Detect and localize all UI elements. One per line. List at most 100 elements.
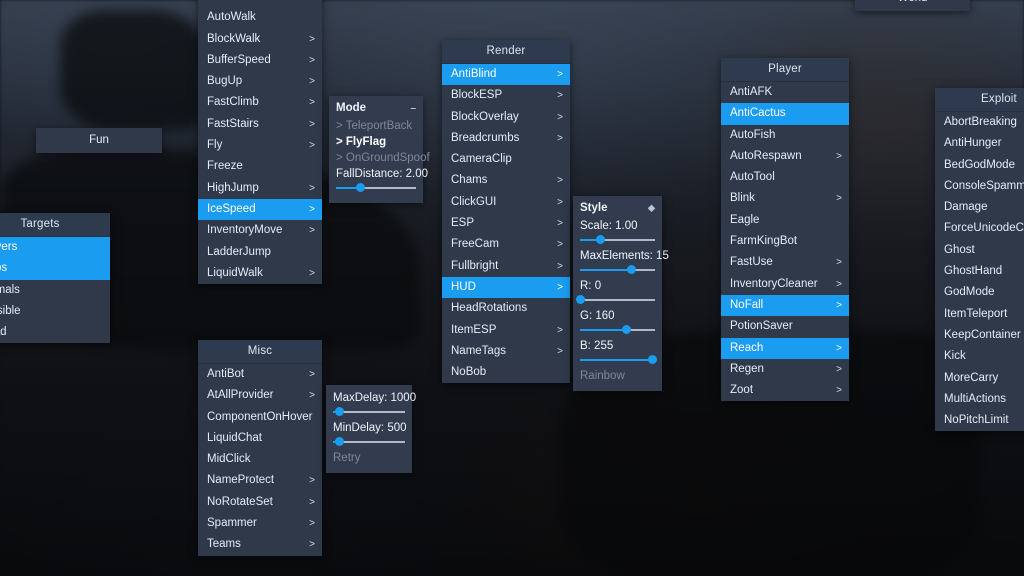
chevron-right-icon[interactable]: >: [557, 213, 563, 234]
slider[interactable]: [576, 295, 655, 305]
menu-item[interactable]: Kick: [935, 346, 1024, 367]
chevron-right-icon[interactable]: >: [309, 220, 315, 241]
menu-item[interactable]: HighJump >: [198, 178, 322, 199]
slider-knob[interactable]: [356, 183, 365, 192]
menu-item[interactable]: NoFall >: [721, 294, 849, 317]
menu-item[interactable]: AutoWalk: [198, 7, 322, 28]
slider[interactable]: [580, 265, 655, 275]
menu-item[interactable]: AntiBlind >: [442, 64, 570, 86]
chevron-right-icon[interactable]: >: [836, 380, 842, 401]
slider-knob[interactable]: [334, 407, 344, 416]
settings-panel-spammer[interactable]: MaxDelay: 1000 MinDelay: 500 Retry: [326, 385, 416, 473]
menu-item[interactable]: Ghost: [935, 240, 1024, 261]
slider-knob[interactable]: [334, 437, 344, 446]
menu-item[interactable]: BlockWalk >: [198, 29, 322, 50]
menu-item[interactable]: Mobs: [0, 258, 110, 280]
menu-item[interactable]: ForceUnicodeChat: [935, 218, 1024, 239]
menu-item[interactable]: AirLadder: [198, 0, 322, 7]
menu-item[interactable]: Invisible: [0, 301, 110, 322]
chevron-right-icon[interactable]: >: [557, 234, 563, 255]
menu-item[interactable]: Reach >: [721, 337, 849, 359]
chevron-right-icon[interactable]: >: [557, 128, 563, 149]
menu-item[interactable]: ItemTeleport: [935, 304, 1024, 325]
chevron-right-icon[interactable]: >: [309, 50, 315, 71]
menu-item[interactable]: MultiActions: [935, 389, 1024, 410]
menu-item[interactable]: GhostHand: [935, 261, 1024, 282]
menu-item[interactable]: Regen >: [721, 359, 849, 380]
chevron-right-icon[interactable]: >: [557, 192, 563, 213]
chevron-right-icon[interactable]: >: [309, 114, 315, 135]
chevron-right-icon[interactable]: >: [836, 252, 842, 273]
slider[interactable]: [580, 355, 657, 365]
menu-item[interactable]: ItemESP >: [442, 320, 570, 341]
menu-item[interactable]: Animals: [0, 280, 110, 301]
chevron-right-icon[interactable]: >: [309, 29, 315, 50]
collapse-icon[interactable]: ⬥: [648, 201, 655, 216]
chevron-right-icon[interactable]: >: [557, 341, 563, 362]
menu-item[interactable]: BufferSpeed >: [198, 50, 322, 71]
menu-item[interactable]: AtAllProvider >: [198, 385, 322, 406]
chevron-right-icon[interactable]: >: [309, 92, 315, 113]
slider-knob[interactable]: [627, 265, 636, 274]
menu-item[interactable]: FastStairs >: [198, 114, 322, 135]
menu-item[interactable]: ComponentOnHover: [198, 407, 322, 428]
menu-item[interactable]: Players: [0, 237, 110, 259]
chevron-right-icon[interactable]: >: [309, 135, 315, 156]
menu-item[interactable]: LiquidChat: [198, 428, 322, 449]
menu-item[interactable]: LadderJump: [198, 242, 322, 263]
menu-item[interactable]: BedGodMode: [935, 155, 1024, 176]
panel-misc[interactable]: Misc AntiBot > AtAllProvider > ComponentOnHo…: [198, 340, 322, 556]
settings-panel-fly-mode[interactable]: Mode – > TeleportBack > FlyFlag > OnGround…: [329, 96, 430, 203]
panel-player[interactable]: Player AntiAFK AntiCactus AutoFish AutoResp…: [721, 58, 849, 402]
menu-item[interactable]: Chams >: [442, 170, 570, 191]
panel-targets[interactable]: Targets Players Mobs Animals Invisible Dead: [0, 213, 110, 344]
chevron-right-icon[interactable]: >: [836, 359, 842, 380]
menu-item[interactable]: Damage: [935, 197, 1024, 218]
menu-item[interactable]: FastUse >: [721, 252, 849, 273]
settings-panel-hud-style[interactable]: Style ⬥ Scale: 1.00 MaxElements: 15 R: 0 G:…: [573, 196, 669, 391]
menu-item[interactable]: AutoRespawn >: [721, 146, 849, 167]
slider-falldistance[interactable]: [336, 183, 416, 193]
menu-item[interactable]: FarmKingBot: [721, 231, 849, 252]
chevron-right-icon[interactable]: >: [836, 188, 842, 209]
menu-item[interactable]: BugUp >: [198, 71, 322, 92]
menu-item[interactable]: BlockOverlay >: [442, 107, 570, 128]
mode-option[interactable]: > TeleportBack: [336, 118, 416, 134]
slider-knob[interactable]: [648, 355, 657, 364]
chevron-right-icon[interactable]: >: [309, 364, 315, 385]
slider-knob[interactable]: [621, 325, 631, 334]
menu-item[interactable]: AutoTool: [721, 167, 849, 188]
chevron-right-icon[interactable]: >: [309, 385, 315, 406]
menu-item[interactable]: ConsoleSpammer: [935, 176, 1024, 197]
slider[interactable]: [333, 407, 405, 417]
menu-item[interactable]: Blink >: [721, 188, 849, 209]
menu-item[interactable]: NoRotateSet >: [198, 492, 322, 513]
chevron-right-icon[interactable]: >: [309, 492, 315, 513]
menu-item[interactable]: PotionSaver: [721, 316, 849, 337]
chevron-right-icon[interactable]: >: [557, 170, 563, 191]
menu-item[interactable]: NameProtect >: [198, 470, 322, 491]
slider[interactable]: [333, 437, 405, 447]
slider-knob[interactable]: [576, 295, 585, 304]
panel-movement[interactable]: AirLadderAutoWalkBlockWalk>BufferSpeed>B…: [198, 0, 322, 285]
menu-item[interactable]: FastClimb >: [198, 92, 322, 113]
menu-item[interactable]: Spammer >: [198, 513, 322, 534]
menu-item[interactable]: HeadRotations: [442, 298, 570, 319]
menu-item[interactable]: AntiCactus: [721, 103, 849, 125]
menu-item[interactable]: CameraClip: [442, 149, 570, 170]
menu-item[interactable]: MoreCarry: [935, 368, 1024, 389]
menu-item[interactable]: AntiAFK: [721, 82, 849, 103]
chevron-right-icon[interactable]: >: [557, 256, 563, 277]
menu-item[interactable]: NoBob: [442, 362, 570, 383]
slider[interactable]: [580, 325, 655, 335]
menu-item[interactable]: GodMode: [935, 282, 1024, 303]
chevron-right-icon[interactable]: >: [557, 85, 563, 106]
chevron-right-icon[interactable]: >: [309, 199, 315, 220]
menu-item[interactable]: NoPitchLimit: [935, 410, 1024, 431]
menu-item[interactable]: NameTags >: [442, 341, 570, 362]
collapse-icon[interactable]: –: [410, 101, 416, 116]
menu-item[interactable]: Dead: [0, 322, 110, 343]
menu-item[interactable]: KeepContainer: [935, 325, 1024, 346]
chevron-right-icon[interactable]: >: [309, 513, 315, 534]
chevron-right-icon[interactable]: >: [836, 338, 842, 359]
